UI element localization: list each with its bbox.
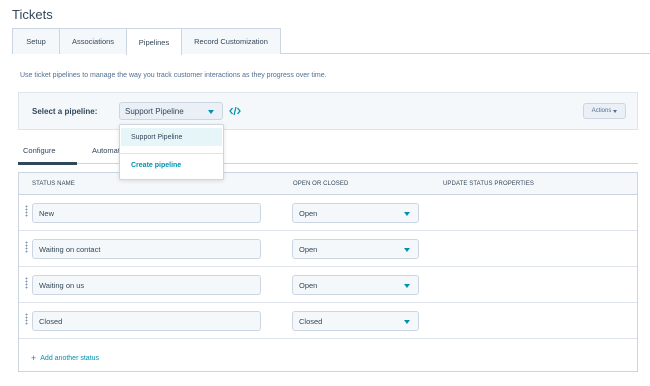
open-closed-select[interactable]: Open [292, 203, 419, 223]
pipeline-select-panel: Select a pipeline: Support Pipeline Acti… [18, 92, 638, 130]
tab-setup[interactable]: Setup [12, 28, 60, 54]
status-table: STATUS NAME OPEN OR CLOSED UPDATE STATUS… [18, 172, 638, 372]
status-name-input[interactable]: Closed [32, 311, 261, 331]
settings-tabs: Setup Associations Pipelines Record Cust… [12, 28, 650, 55]
drag-handle-icon[interactable] [25, 277, 28, 289]
open-closed-select[interactable]: Open [292, 239, 419, 259]
pipeline-dropdown-menu: Support Pipeline Create pipeline [119, 124, 224, 180]
dropdown-divider [120, 153, 223, 154]
open-closed-select[interactable]: Open [292, 275, 419, 295]
column-status-name: STATUS NAME [32, 181, 75, 187]
column-update-status-properties: UPDATE STATUS PROPERTIES [443, 181, 534, 187]
add-another-status-link[interactable]: + Add another status [31, 353, 99, 363]
select-pipeline-label: Select a pipeline: [32, 107, 98, 116]
table-row: Closed Closed [19, 303, 637, 339]
tab-pipelines[interactable]: Pipelines [126, 28, 182, 55]
open-closed-value: Open [299, 280, 318, 290]
pipeline-subtabs: Configure Automate [18, 142, 638, 165]
table-row: Waiting on contact Open [19, 231, 637, 267]
open-closed-select[interactable]: Closed [292, 311, 419, 331]
intro-text: Use ticket pipelines to manage the way y… [20, 72, 327, 79]
drag-handle-icon[interactable] [25, 313, 28, 325]
caret-down-icon [404, 248, 410, 252]
caret-down-icon [404, 284, 410, 288]
drag-handle-icon[interactable] [25, 205, 28, 217]
subtab-configure[interactable]: Configure [23, 146, 56, 155]
caret-down-icon [613, 109, 618, 113]
table-row: New Open [19, 195, 637, 231]
table-row: Waiting on us Open [19, 267, 637, 303]
active-subtab-indicator [18, 162, 77, 165]
table-header: STATUS NAME OPEN OR CLOSED UPDATE STATUS… [19, 173, 637, 195]
subtab-automate[interactable]: Automate [92, 146, 122, 155]
tab-record-customization[interactable]: Record Customization [181, 28, 281, 54]
pipeline-select[interactable]: Support Pipeline [119, 102, 223, 120]
create-pipeline-link[interactable]: Create pipeline [131, 162, 181, 169]
open-closed-value: Closed [299, 316, 323, 326]
open-closed-value: Open [299, 208, 318, 218]
tab-associations[interactable]: Associations [59, 28, 127, 54]
pipeline-select-value: Support Pipeline [125, 106, 184, 116]
status-name-input[interactable]: Waiting on contact [32, 239, 261, 259]
code-embed-icon[interactable] [229, 105, 241, 117]
open-closed-value: Open [299, 244, 318, 254]
plus-icon: + [31, 353, 37, 363]
column-open-or-closed: OPEN OR CLOSED [293, 181, 349, 187]
actions-button[interactable]: Actions [583, 103, 626, 119]
add-another-status-label: Add another status [40, 354, 100, 362]
status-name-input[interactable]: New [32, 203, 261, 223]
drag-handle-icon[interactable] [25, 241, 28, 253]
status-name-input[interactable]: Waiting on us [32, 275, 261, 295]
caret-down-icon [404, 320, 410, 324]
actions-label: Actions [591, 108, 612, 114]
caret-down-icon [208, 110, 214, 114]
caret-down-icon [404, 212, 410, 216]
dropdown-option-support-pipeline[interactable]: Support Pipeline [121, 128, 222, 146]
page-title: Tickets [12, 7, 53, 22]
